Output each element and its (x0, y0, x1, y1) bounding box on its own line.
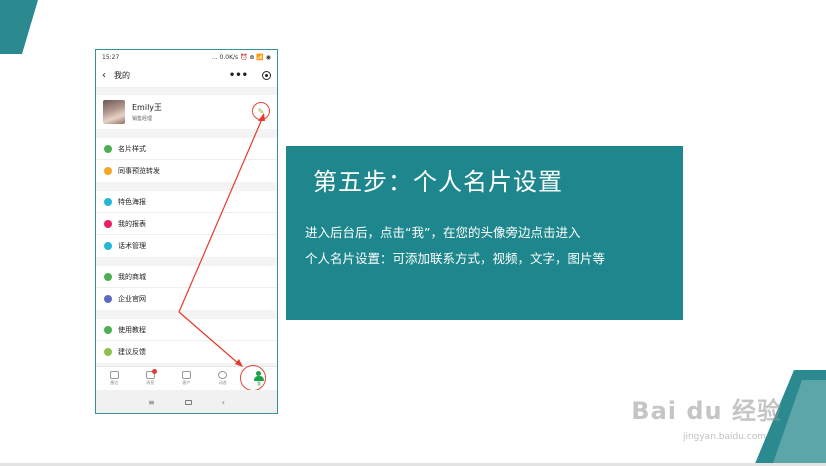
tab-customers[interactable]: 客户 (168, 367, 204, 390)
menu-item-label: 特色海报 (118, 197, 146, 206)
tab-label: 客户 (182, 380, 191, 385)
menu-item[interactable]: 建议反馈 (96, 341, 277, 363)
panel-text-line-1: 进入后台后，点击“我”，在您的头像旁边点击进入 (305, 225, 581, 240)
status-icons: ... 0.0K/s ⏰ ⋒ 📶 ◉ (211, 53, 271, 61)
profile-card[interactable]: Emily王 销售经理 ✎ (96, 95, 277, 129)
menu-item-icon (104, 295, 112, 303)
menu-item-label: 名片样式 (118, 144, 146, 153)
profile-role: 销售经理 (132, 116, 153, 122)
tab-bar: 雷达 消息 客户 动态 我 (96, 365, 277, 391)
menu-item-label: 建议反馈 (118, 348, 146, 356)
system-nav-bar: ≡ ‹ (96, 390, 277, 413)
customers-icon (182, 371, 191, 379)
menu-item-label: 话术管理 (118, 242, 146, 250)
menu-item-icon (104, 197, 112, 206)
radar-icon (109, 371, 119, 379)
unread-badge (152, 369, 158, 374)
corner-decoration-top-left (0, 0, 38, 54)
menu-group: 名片样式同事预览转发 (96, 138, 277, 182)
menu-group: 使用教程 建议反馈 (96, 319, 277, 363)
menu-item[interactable]: 话术管理 (96, 235, 277, 257)
watermark-logo: Bai du 经验 (631, 397, 782, 425)
tab-radar[interactable]: 雷达 (96, 367, 132, 390)
tab-label: 动态 (218, 380, 227, 385)
menu-item[interactable]: 使用教程 (96, 319, 277, 341)
tab-messages[interactable]: 消息 (132, 367, 168, 390)
menu-item-label: 同事预览转发 (118, 167, 160, 175)
tab-label: 消息 (146, 380, 155, 385)
menu-group: 我的商城 企业官网 (96, 266, 277, 310)
menu-item-icon (104, 325, 112, 334)
menu-item-label: 使用教程 (118, 325, 146, 334)
menu-item-icon (104, 219, 112, 228)
menu-item-label: 企业官网 (118, 295, 146, 303)
menu-item[interactable]: 同事预览转发 (96, 160, 277, 182)
menu-item[interactable]: 特色海报 (96, 191, 277, 213)
watermark-url: jingyan.baidu.com (682, 432, 766, 442)
compass-icon (218, 371, 228, 379)
nav-bar: ‹ 我的 ••• (96, 64, 277, 88)
more-icon[interactable]: ••• (229, 70, 248, 81)
back-nav-icon[interactable]: ‹ (222, 398, 225, 407)
menu-item-icon (104, 144, 112, 153)
phone-screenshot: 15:27 ... 0.0K/s ⏰ ⋒ 📶 ◉ ‹ 我的 ••• Emily王… (95, 49, 278, 414)
person-icon (253, 370, 264, 381)
panel-heading: 第五步：个人名片设置 (313, 168, 563, 196)
menu-item[interactable]: 企业官网 (96, 288, 277, 310)
menu-group: 特色海报我的报表话术管理 (96, 191, 277, 257)
close-miniprogram-icon[interactable] (262, 71, 271, 80)
home-nav-icon[interactable] (184, 399, 192, 405)
tab-activity[interactable]: 动态 (205, 367, 241, 390)
menu-item[interactable]: 名片样式 (96, 138, 277, 160)
menu-item-label: 我的商城 (118, 272, 146, 281)
instruction-panel: 第五步：个人名片设置 进入后台后，点击“我”，在您的头像旁边点击进入 个人名片设… (286, 146, 683, 320)
status-time: 15:27 (102, 53, 120, 61)
menu-item[interactable]: 我的商城 (96, 266, 277, 288)
menu-item-icon (104, 167, 112, 175)
nav-title: 我的 (114, 71, 130, 80)
menu-nav-icon[interactable]: ≡ (148, 398, 155, 407)
avatar (103, 100, 125, 124)
menu-item-icon (104, 272, 112, 281)
edit-icon[interactable]: ✎ (252, 102, 270, 120)
tab-label: 雷达 (110, 380, 119, 385)
menu-item[interactable]: 我的报表 (96, 213, 277, 235)
menu-item-icon (104, 348, 112, 356)
back-icon[interactable]: ‹ (102, 70, 114, 81)
menu-item-icon (104, 242, 112, 250)
panel-text-line-2: 个人名片设置：可添加联系方式，视频，文字，图片等 (305, 251, 606, 266)
menu-item-label: 我的报表 (118, 219, 146, 228)
status-bar: 15:27 ... 0.0K/s ⏰ ⋒ 📶 ◉ (96, 50, 277, 64)
profile-name: Emily王 (132, 103, 163, 112)
tab-me[interactable]: 我 (239, 365, 277, 391)
